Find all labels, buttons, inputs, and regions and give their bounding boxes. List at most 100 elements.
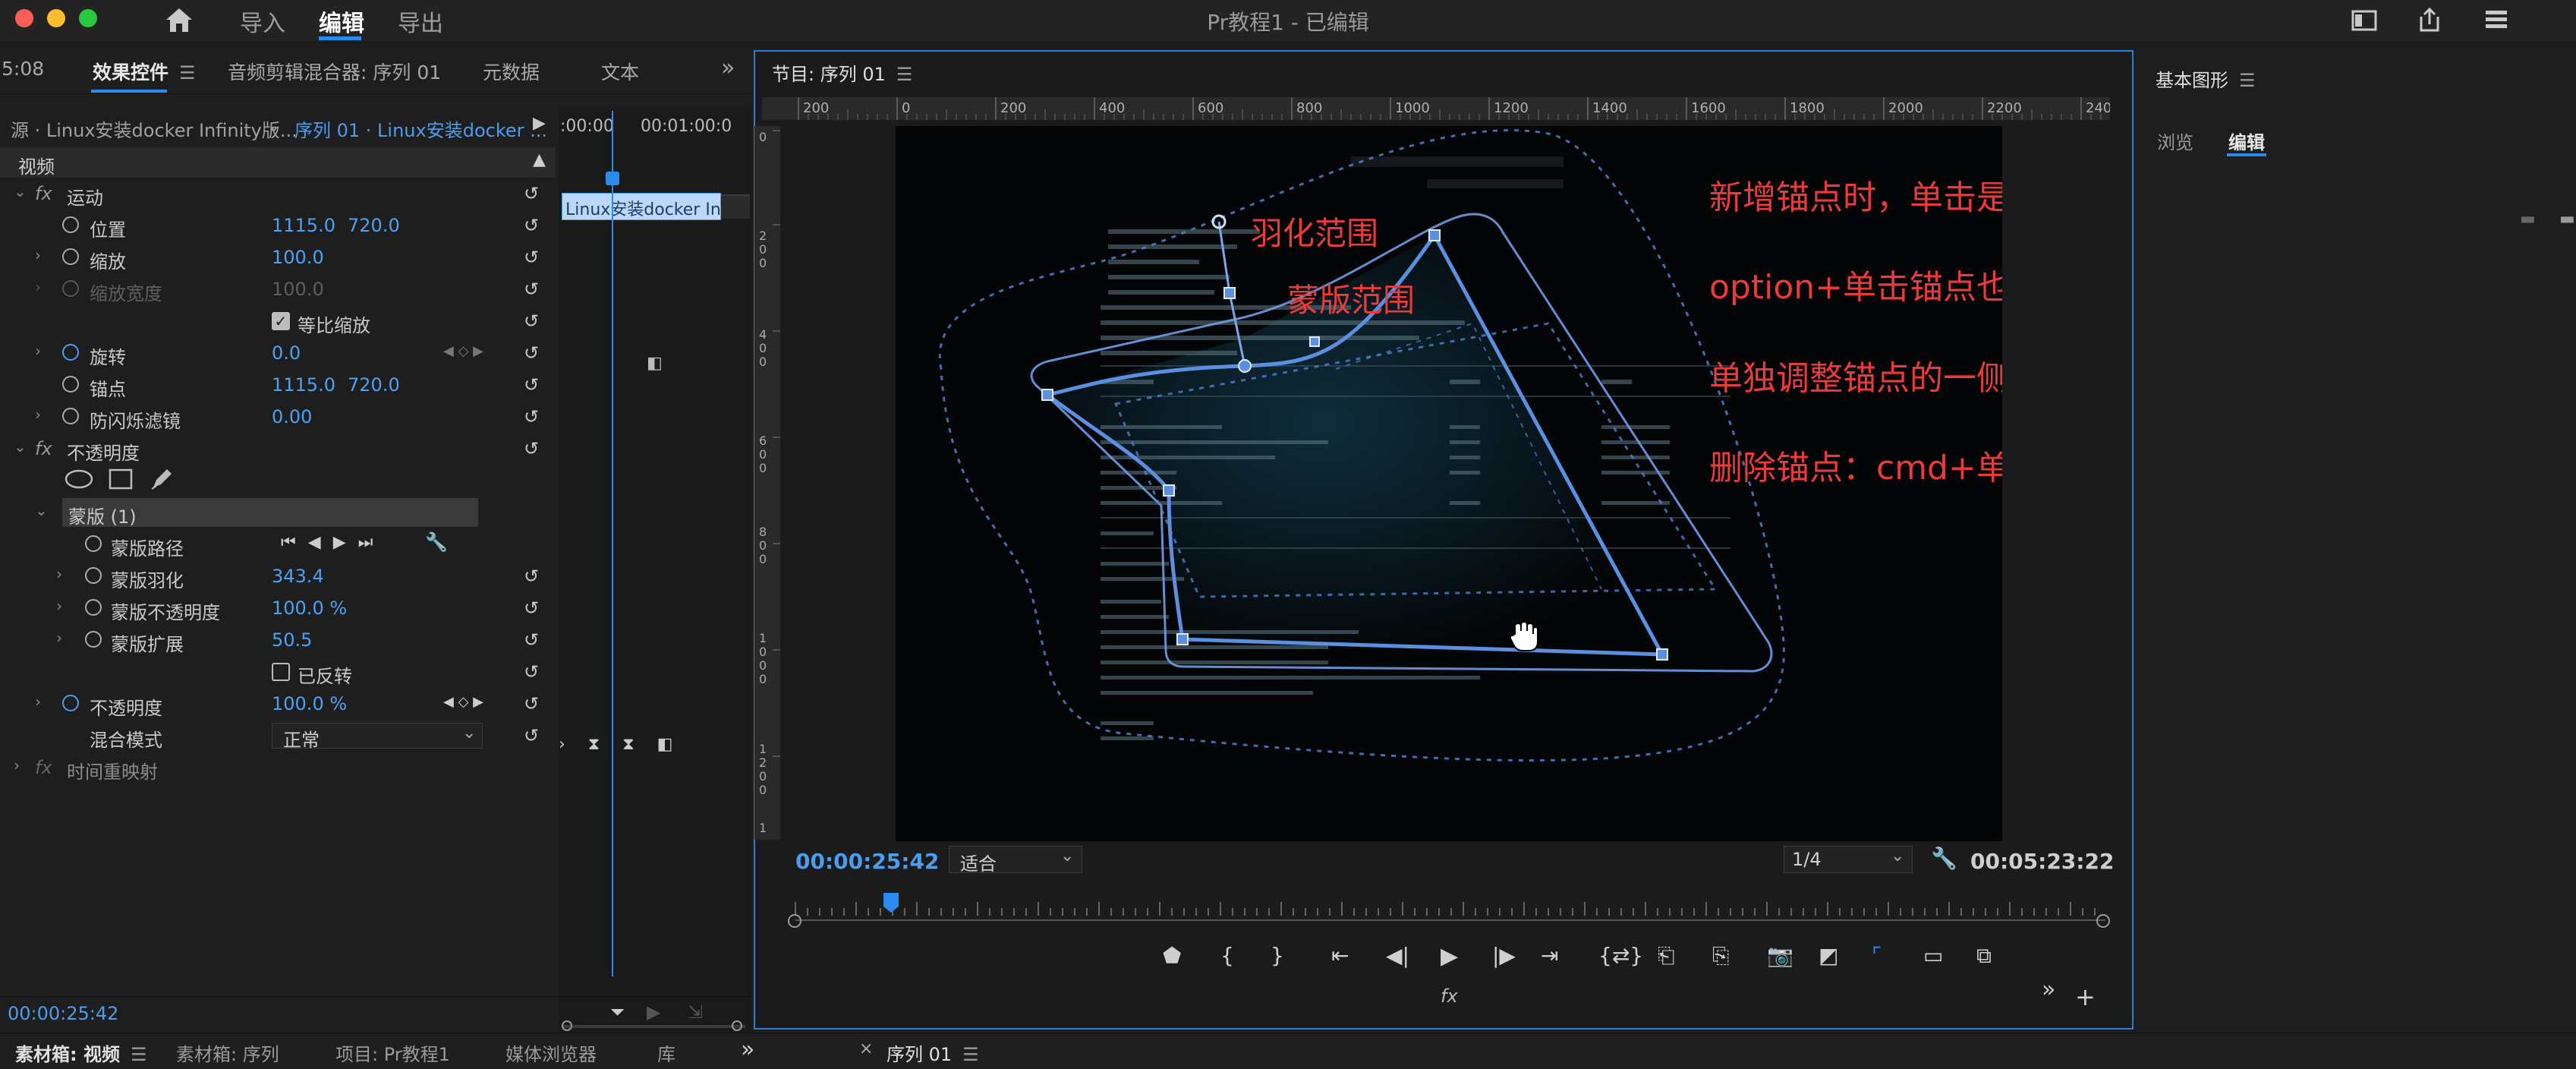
blend-mode-row[interactable]: 混合模式 正常 ⌄ ↺ [0, 720, 554, 752]
stopwatch-icon[interactable] [62, 216, 79, 233]
twirl-closed-icon[interactable]: › [35, 692, 41, 711]
mask-row[interactable]: ⌄ 蒙版 (1) [0, 497, 554, 528]
clip-bar[interactable]: Linux安装docker Infi [562, 193, 721, 220]
vr-view-icon[interactable]: ▭ [1923, 943, 1943, 968]
comparison-view-icon[interactable]: ◩ [1819, 943, 1838, 968]
safe-margins-icon[interactable]: ⌜ [1872, 943, 1882, 968]
anchor-row[interactable]: 锚点 1115.0 720.0 ↺ [0, 369, 554, 401]
uniform-scale-row[interactable]: ✓ 等比缩放 ↺ [0, 305, 554, 337]
reset-icon[interactable]: ↺ [524, 693, 539, 714]
mark-out-icon[interactable]: } [1271, 943, 1284, 968]
twirl-closed-icon[interactable]: › [35, 405, 41, 424]
panel-menu-icon[interactable]: ☰ [962, 1044, 979, 1065]
overwrite-icon[interactable]: ⎘ [1712, 943, 1729, 969]
more-tabs-icon[interactable]: » [741, 1036, 754, 1063]
go-to-in-icon[interactable]: ⇤ [1331, 943, 1349, 968]
opacity-row[interactable]: › 不透明度 100.0 % ◀ ◇ ▶ ↺ [0, 688, 554, 720]
mask-feather-value[interactable]: 343.4 [272, 566, 324, 587]
uniform-scale-checkbox[interactable]: ✓ [272, 312, 290, 330]
keyframe-icon[interactable]: ◧ [647, 354, 663, 373]
twirl-closed-icon[interactable]: › [14, 756, 20, 774]
mask-expansion-row[interactable]: › 蒙版扩展 50.5 ↺ [0, 624, 554, 656]
stopwatch-icon[interactable] [85, 567, 102, 584]
mark-in-icon[interactable]: { [1220, 943, 1234, 968]
mask-label[interactable]: 蒙版 (1) [68, 502, 137, 528]
scale-row[interactable]: › 缩放 100.0 ↺ [0, 241, 554, 273]
opacity-keyframes[interactable]: ›⧗⧗◧ [559, 735, 695, 754]
twirl-open-icon[interactable]: ⌄ [14, 437, 27, 456]
position-row[interactable]: 位置 1115.0 720.0 ↺ [0, 210, 554, 241]
close-tab-icon[interactable]: × [859, 1039, 873, 1058]
step-back-icon[interactable]: ◀| [1386, 943, 1409, 968]
share-icon[interactable] [2417, 6, 2442, 33]
tab-bin-sequence[interactable]: 素材箱: 序列 [176, 1039, 279, 1066]
panel-menu-icon[interactable]: ☰ [179, 62, 196, 84]
panel-menu-icon[interactable]: ☰ [2239, 70, 2256, 91]
video-frame[interactable]: 羽化范围 蒙版范围 新增锚点时，单击是直线，长按是曲线 option+单击锚点也… [896, 126, 2002, 841]
stopwatch-icon[interactable] [85, 599, 102, 616]
rotation-value[interactable]: 0.0 [272, 342, 301, 364]
tab-audio-clip-mixer[interactable]: 音频剪辑混合器: 序列 01 [228, 58, 441, 85]
more-controls-icon[interactable]: » [2042, 976, 2055, 1003]
ellipse-mask-icon[interactable] [64, 468, 94, 490]
twirl-closed-icon[interactable]: › [56, 597, 62, 615]
more-tabs-icon[interactable]: » [721, 55, 735, 81]
reset-icon[interactable]: ↺ [524, 566, 539, 587]
settings-wrench-icon[interactable]: 🔧 [1931, 846, 1957, 871]
tab-metadata[interactable]: 元数据 [483, 58, 540, 85]
motion-row[interactable]: ⌄ fx 运动 ↺ [0, 178, 554, 210]
twirl-closed-icon[interactable]: › [56, 565, 62, 583]
collapse-icon[interactable]: ▲ [533, 150, 546, 169]
tab-effect-controls[interactable]: 效果控件 ☰ [93, 58, 196, 85]
antiflicker-row[interactable]: › 防闪烁滤镜 0.00 ↺ [0, 401, 554, 433]
chevron-down-icon[interactable]: ⌄ [267, 117, 280, 135]
camera-icon[interactable]: 📷 [1767, 943, 1793, 968]
reset-icon[interactable]: ↺ [524, 406, 539, 427]
rotation-row[interactable]: › 旋转 0.0 ◀ ◇ ▶ ↺ [0, 337, 554, 369]
reset-icon[interactable]: ↺ [524, 215, 539, 236]
mask-expansion-value[interactable]: 50.5 [272, 629, 312, 651]
reset-icon[interactable]: ↺ [524, 279, 539, 300]
time-remap-row[interactable]: › fx 时间重映射 [0, 752, 554, 784]
reset-icon[interactable]: ↺ [524, 598, 539, 619]
reset-icon[interactable]: ↺ [524, 247, 539, 268]
playhead-handle[interactable] [606, 172, 619, 185]
add-marker-icon[interactable]: ⬟ [1163, 943, 1181, 968]
mask-opacity-row[interactable]: › 蒙版不透明度 100.0 % ↺ [0, 592, 554, 624]
sequence-clip-label[interactable]: 序列 01 · Linux安装docker ... [294, 115, 547, 142]
scrub-bar[interactable] [785, 891, 2116, 922]
button-editor-icon[interactable]: + [2075, 982, 2096, 1011]
new-layer-icon[interactable]: ▬ [2520, 210, 2536, 229]
resolution-dropdown[interactable]: 1/4 ⌄ [1784, 846, 1913, 873]
keyframe-nav-icon[interactable]: ◀ ◇ ▶ [443, 343, 483, 359]
opacity-value[interactable]: 100.0 % [272, 693, 347, 714]
tab-libraries[interactable]: 库 [657, 1039, 675, 1066]
mask-opacity-value[interactable]: 100.0 % [272, 598, 347, 619]
fx-icon[interactable]: fx [35, 438, 52, 459]
position-y-value[interactable]: 720.0 [348, 215, 400, 236]
reset-icon[interactable]: ↺ [524, 183, 539, 204]
scale-value[interactable]: 100.0 [272, 247, 324, 268]
stopwatch-active-icon[interactable] [62, 695, 79, 711]
scrub-zoom-right[interactable] [2096, 914, 2110, 928]
source-clip-label[interactable]: 源 · Linux安装docker Infinity版... [11, 115, 298, 142]
mask-path-row[interactable]: 蒙版路径 ⏮◀▶⏭ 🔧 [0, 528, 554, 560]
stopwatch-icon[interactable] [62, 408, 79, 424]
play-icon[interactable]: ▶ [1441, 943, 1458, 970]
filter-icon[interactable]: ⏷ [610, 1001, 625, 1023]
tab-text[interactable]: 文本 [601, 58, 639, 85]
anchor-y-value[interactable]: 720.0 [348, 374, 400, 396]
rectangle-mask-icon[interactable] [108, 468, 134, 490]
inverted-row[interactable]: 已反转 ↺ [0, 656, 554, 688]
fx-icon[interactable]: fx [35, 183, 52, 204]
twirl-open-icon[interactable]: ⌄ [35, 501, 48, 519]
effect-current-time[interactable]: 00:00:25:42 [8, 1003, 118, 1024]
pen-mask-icon[interactable] [149, 465, 176, 492]
position-x-value[interactable]: 1115.0 [272, 215, 335, 236]
reset-icon[interactable]: ↺ [524, 629, 539, 651]
inverted-checkbox[interactable] [272, 663, 290, 681]
opacity-section-row[interactable]: ⌄ fx 不透明度 ↺ [0, 433, 554, 465]
progress-dashboard-icon[interactable] [2483, 8, 2509, 32]
tab-browse[interactable]: 浏览 [2157, 128, 2193, 154]
mini-timeline[interactable]: :00:00 00:01:00:0 Linux安装docker Infi [559, 106, 751, 1033]
